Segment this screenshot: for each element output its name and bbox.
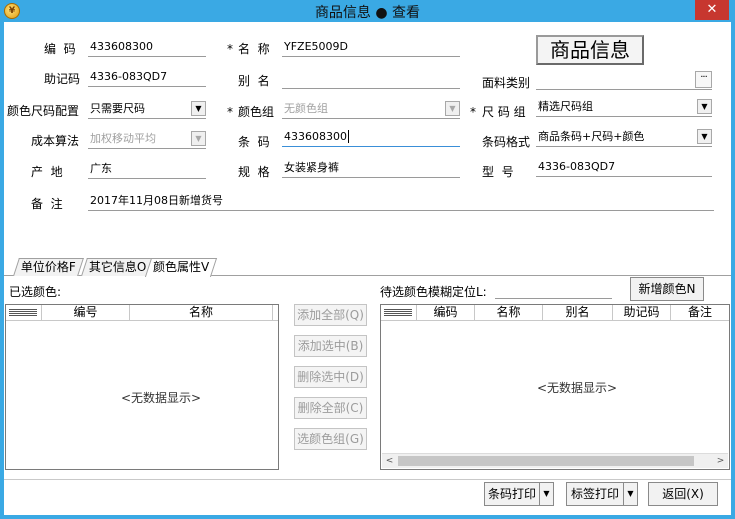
- return-button[interactable]: 返回(X): [648, 482, 718, 506]
- fabric-browse-button[interactable]: ···: [695, 71, 712, 88]
- spec-field[interactable]: 女装紧身裤: [282, 158, 460, 178]
- barcode-field[interactable]: 433608300: [282, 127, 460, 147]
- size-group-label: 尺 码 组: [482, 105, 526, 119]
- chevron-down-icon[interactable]: ▼: [697, 99, 712, 114]
- footer-divider: [4, 479, 731, 480]
- selected-colors-grid[interactable]: 编号 名称 <无数据显示>: [5, 304, 279, 470]
- barcode-format-value: 商品条码+尺码+颜色: [538, 130, 645, 143]
- chevron-down-icon[interactable]: ▼: [623, 483, 637, 505]
- grip-icon: [384, 309, 412, 317]
- add-all-button[interactable]: 添加全部(Q): [294, 304, 367, 326]
- color-size-config-label: 颜色尺码配置: [7, 104, 80, 118]
- tab-other-info[interactable]: 其它信息O: [81, 258, 155, 276]
- scrollbar-thumb[interactable]: [398, 456, 694, 466]
- candidate-colors-grid[interactable]: 编码 名称 别名 助记码 备注 <无数据显示> < >: [380, 304, 730, 470]
- fuzzy-locate-input[interactable]: [495, 284, 612, 299]
- chevron-down-icon[interactable]: ▼: [539, 483, 553, 505]
- remark-field[interactable]: 2017年11月08日新增货号: [88, 191, 714, 211]
- grip-icon: [9, 309, 37, 317]
- window-title: 商品信息 ● 查看: [314, 5, 421, 21]
- barcode-value: 433608300: [284, 130, 347, 143]
- window-frame: 编 码 433608300 * 名 称 YFZE5009D 商品信息 助记码 4…: [0, 22, 735, 519]
- cost-method-select[interactable]: 加权移动平均 ▼: [88, 129, 206, 149]
- remove-selected-button[interactable]: 删除选中(D): [294, 366, 367, 388]
- alias-label: 别 名: [238, 74, 270, 88]
- add-color-button[interactable]: 新增颜色N: [630, 277, 704, 301]
- selected-colors-label: 已选颜色:: [9, 285, 62, 299]
- candidate-colors-header: 编码 名称 别名 助记码 备注: [381, 305, 729, 321]
- remove-all-button[interactable]: 删除全部(C): [294, 397, 367, 419]
- row-selector-header[interactable]: [381, 305, 417, 321]
- code-field[interactable]: 433608300: [88, 37, 206, 57]
- column-header[interactable]: 助记码: [613, 305, 671, 321]
- fabric-field[interactable]: ···: [536, 70, 712, 90]
- close-button[interactable]: ✕: [695, 0, 729, 20]
- row-selector-header[interactable]: [6, 305, 42, 321]
- cost-method-value: 加权移动平均: [90, 132, 156, 145]
- size-group-value: 精选尺码组: [538, 100, 593, 113]
- scroll-left-icon[interactable]: <: [382, 454, 397, 468]
- spec-label: 规 格: [238, 165, 270, 179]
- column-header[interactable]: 名称: [475, 305, 543, 321]
- text-cursor: [348, 130, 349, 143]
- name-label: 名 称: [238, 42, 270, 56]
- name-field[interactable]: YFZE5009D: [282, 37, 460, 57]
- tab-unit-price-label: 单位价格F: [20, 260, 76, 274]
- origin-field[interactable]: 广东: [88, 159, 206, 179]
- barcode-print-label: 条码打印: [487, 487, 536, 501]
- color-group-label: 颜色组: [238, 105, 275, 119]
- tab-other-info-label: 其它信息O: [88, 260, 147, 274]
- horizontal-scrollbar[interactable]: < >: [382, 453, 728, 468]
- empty-placeholder: <无数据显示>: [537, 381, 618, 395]
- tab-color-attributes-label: 颜色属性V: [153, 260, 210, 274]
- barcode-label: 条 码: [238, 135, 270, 149]
- column-header[interactable]: 备注: [671, 305, 729, 321]
- chevron-down-icon[interactable]: ▼: [445, 101, 460, 116]
- color-group-required-mark: *: [227, 105, 233, 119]
- chevron-down-icon[interactable]: ▼: [191, 131, 206, 146]
- code-label: 编 码: [44, 42, 76, 56]
- column-header[interactable]: 名称: [130, 305, 273, 321]
- size-group-select[interactable]: 精选尺码组 ▼: [536, 97, 712, 117]
- add-selected-button[interactable]: 添加选中(B): [294, 335, 367, 357]
- scroll-right-icon[interactable]: >: [713, 454, 728, 468]
- barcode-format-select[interactable]: 商品条码+尺码+颜色 ▼: [536, 127, 712, 147]
- alias-field[interactable]: [282, 69, 460, 89]
- cost-method-label: 成本算法: [31, 134, 80, 148]
- model-field[interactable]: 4336-083QD7: [536, 157, 712, 177]
- size-group-required-mark: *: [470, 105, 476, 119]
- tab-unit-price[interactable]: 单位价格F: [13, 258, 84, 276]
- color-group-value: 无颜色组: [284, 102, 328, 115]
- barcode-print-button[interactable]: 条码打印 ▼: [484, 482, 554, 506]
- empty-placeholder: <无数据显示>: [121, 391, 202, 405]
- mnemonic-field[interactable]: 4336-083QD7: [88, 67, 206, 87]
- label-print-label: 标签打印: [570, 487, 619, 501]
- color-group-select[interactable]: 无颜色组 ▼: [282, 99, 460, 119]
- model-label: 型 号: [482, 165, 514, 179]
- title-bar: ¥ 商品信息 ● 查看 ✕: [0, 0, 735, 22]
- chevron-down-icon[interactable]: ▼: [191, 101, 206, 116]
- remark-label: 备 注: [31, 197, 63, 211]
- tab-color-attributes[interactable]: 颜色属性V: [144, 258, 218, 277]
- fabric-label: 面料类别: [482, 76, 531, 90]
- goods-info-button[interactable]: 商品信息: [536, 35, 644, 65]
- barcode-format-label: 条码格式: [482, 135, 531, 149]
- origin-label: 产 地: [31, 165, 63, 179]
- mnemonic-label: 助记码: [44, 72, 81, 86]
- name-required-mark: *: [227, 42, 233, 56]
- chevron-down-icon[interactable]: ▼: [697, 129, 712, 144]
- column-header[interactable]: 别名: [543, 305, 613, 321]
- select-color-group-button[interactable]: 选颜色组(G): [294, 428, 367, 450]
- column-header[interactable]: 编号: [42, 305, 130, 321]
- selected-colors-header: 编号 名称: [6, 305, 278, 321]
- column-header[interactable]: 编码: [417, 305, 475, 321]
- color-size-config-select[interactable]: 只需要尺码 ▼: [88, 99, 206, 119]
- window-client: 编 码 433608300 * 名 称 YFZE5009D 商品信息 助记码 4…: [4, 22, 731, 515]
- label-print-button[interactable]: 标签打印 ▼: [566, 482, 638, 506]
- color-size-config-value: 只需要尺码: [90, 102, 145, 115]
- candidate-colors-label: 待选颜色模糊定位L:: [380, 285, 487, 299]
